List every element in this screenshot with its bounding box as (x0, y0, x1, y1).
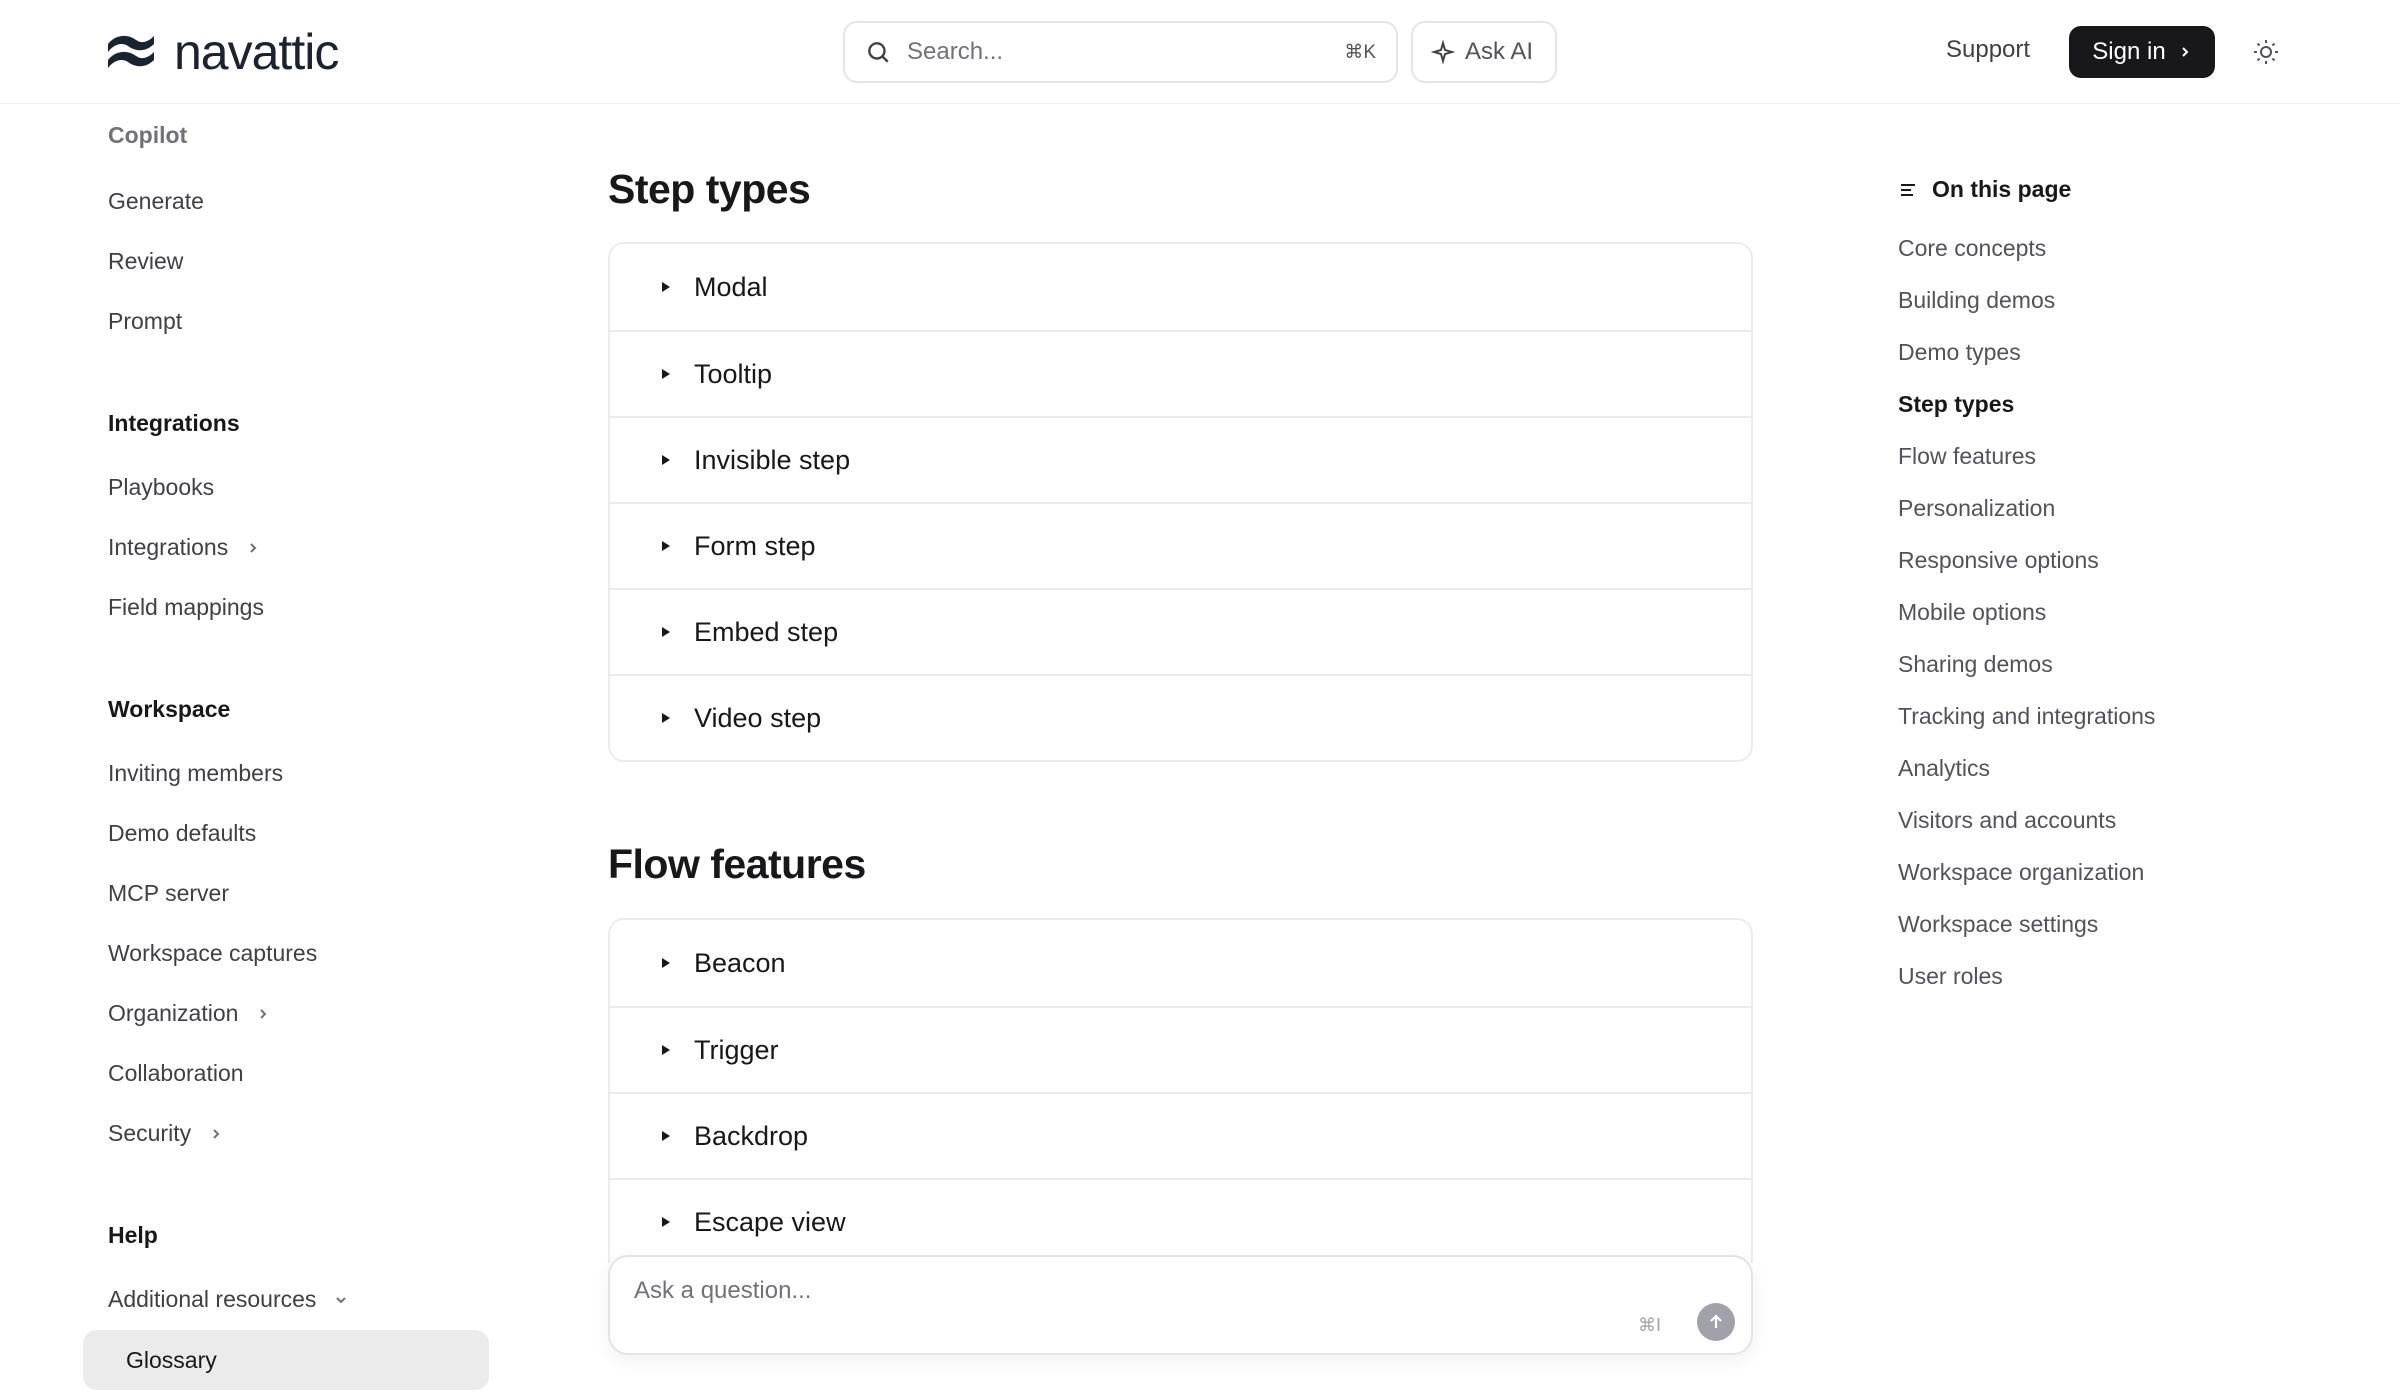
sidebar-item-generate[interactable]: Generate (108, 188, 204, 215)
caret-right-icon (662, 1217, 670, 1227)
ask-ai-button[interactable]: Ask AI (1411, 21, 1557, 83)
accordion-item-invisible-step[interactable]: Invisible step (610, 416, 1751, 502)
sidebar-item-prompt[interactable]: Prompt (108, 308, 182, 335)
chevron-right-icon (213, 1128, 220, 1139)
accordion-item-embed-step[interactable]: Embed step (610, 588, 1751, 674)
sidebar-item-organization[interactable]: Organization (108, 1000, 270, 1027)
accordion-item-modal[interactable]: Modal (610, 244, 1751, 330)
sparkle-icon (1431, 40, 1455, 64)
brand-logo[interactable]: navattic (106, 22, 339, 82)
top-header: navattic Search... ⌘K Ask AI Support Sig… (0, 0, 2400, 104)
sidebar-item-demo-defaults[interactable]: Demo defaults (108, 820, 256, 847)
sidebar-item-glossary[interactable]: Glossary (83, 1330, 489, 1390)
ask-question-input[interactable]: Ask a question... (634, 1277, 811, 1305)
caret-right-icon (662, 627, 670, 637)
navattic-logo-icon (108, 35, 154, 68)
accordion-item-beacon[interactable]: Beacon (610, 920, 1751, 1006)
sidebar-nav (0, 104, 500, 1395)
toc-item-user-roles[interactable]: User roles (1898, 963, 2003, 990)
caret-right-icon (662, 455, 670, 465)
sidebar-item-collaboration[interactable]: Collaboration (108, 1060, 244, 1087)
accordion-item-trigger[interactable]: Trigger (610, 1006, 1751, 1092)
sidebar-item-playbooks[interactable]: Playbooks (108, 474, 214, 501)
ask-shortcut: ⌘I (1637, 1315, 1661, 1335)
accordion-item-escape-view[interactable]: Escape view (610, 1178, 1751, 1263)
toc-item-workspace-settings[interactable]: Workspace settings (1898, 911, 2098, 938)
toc-item-personalization[interactable]: Personalization (1898, 495, 2055, 522)
list-icon (1901, 183, 1915, 196)
toc-item-sharing-demos[interactable]: Sharing demos (1898, 651, 2053, 678)
caret-right-icon (662, 541, 670, 551)
chevron-right-icon (2181, 47, 2189, 57)
search-placeholder: Search... (907, 38, 1004, 65)
sidebar-item-additional-resources[interactable]: Additional resources (108, 1286, 348, 1313)
toc-item-core-concepts[interactable]: Core concepts (1898, 235, 2046, 262)
sidebar-item-mcp-server[interactable]: MCP server (108, 880, 229, 907)
brand-name: navattic (174, 24, 339, 80)
toc-item-analytics[interactable]: Analytics (1898, 755, 1990, 782)
accordion-item-backdrop[interactable]: Backdrop (610, 1092, 1751, 1178)
search-bar[interactable]: Search... ⌘K (843, 21, 1398, 83)
toc-item-building-demos[interactable]: Building demos (1898, 287, 2055, 314)
sidebar-heading-copilot: Copilot (108, 122, 188, 148)
caret-right-icon (662, 713, 670, 723)
toc-item-responsive-options[interactable]: Responsive options (1898, 547, 2099, 574)
ask-question-box[interactable]: Ask a question... ⌘I (608, 1255, 1753, 1355)
chevron-down-icon (336, 1296, 347, 1303)
toc-item-visitors-and-accounts[interactable]: Visitors and accounts (1898, 807, 2116, 834)
sidebar-item-security[interactable]: Security (108, 1120, 223, 1147)
caret-right-icon (662, 369, 670, 379)
sidebar-heading-help: Help (108, 1222, 158, 1248)
send-button[interactable] (1697, 1303, 1735, 1341)
search-icon (868, 42, 889, 63)
sidebar-item-field-mappings[interactable]: Field mappings (108, 594, 264, 621)
sidebar-item-review[interactable]: Review (108, 248, 183, 275)
flow-features-accordion: Beacon Trigger Backdrop Escape view (608, 918, 1753, 1263)
support-link[interactable]: Support (1946, 36, 2030, 64)
accordion-item-tooltip[interactable]: Tooltip (610, 330, 1751, 416)
sun-icon[interactable] (2252, 38, 2280, 66)
accordion-item-form-step[interactable]: Form step (610, 502, 1751, 588)
chevron-right-icon (260, 1008, 267, 1019)
caret-right-icon (662, 282, 670, 292)
toc-item-tracking-and-integrations[interactable]: Tracking and integrations (1898, 703, 2155, 730)
accordion-item-video-step[interactable]: Video step (610, 674, 1751, 760)
arrow-up-icon (1710, 1314, 1722, 1328)
toc-item-demo-types[interactable]: Demo types (1898, 339, 2021, 366)
flow-features-heading: Flow features (608, 841, 866, 887)
ask-ai-label: Ask AI (1465, 38, 1534, 65)
toc-title: On this page (1898, 176, 2071, 203)
caret-right-icon (662, 1131, 670, 1141)
chevron-right-icon (250, 542, 257, 553)
caret-right-icon (662, 958, 670, 968)
caret-right-icon (662, 1045, 670, 1055)
sidebar-item-inviting-members[interactable]: Inviting members (108, 760, 283, 787)
toc-item-flow-features[interactable]: Flow features (1898, 443, 2036, 470)
toc-item-mobile-options[interactable]: Mobile options (1898, 599, 2046, 626)
toc-item-workspace-organization[interactable]: Workspace organization (1898, 859, 2144, 886)
step-types-accordion: Modal Tooltip Invisible step Form step E… (608, 242, 1753, 762)
sidebar-heading-workspace: Workspace (108, 696, 231, 722)
toc-item-step-types[interactable]: Step types (1898, 391, 2014, 418)
sign-in-label: Sign in (2092, 38, 2166, 65)
sidebar-heading-integrations: Integrations (108, 410, 240, 436)
sidebar-item-integrations[interactable]: Integrations (108, 534, 260, 561)
sidebar-item-workspace-captures[interactable]: Workspace captures (108, 940, 317, 967)
search-shortcut: ⌘K (1344, 41, 1376, 63)
sign-in-button[interactable]: Sign in (2069, 26, 2215, 78)
step-types-heading: Step types (608, 166, 811, 212)
